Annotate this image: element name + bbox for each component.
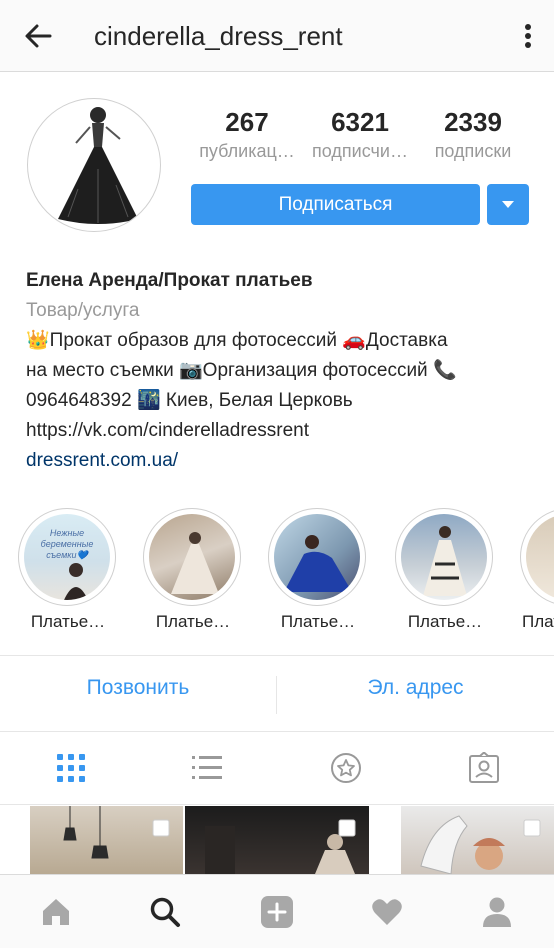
- posts-stat[interactable]: 267 публикац…: [191, 106, 303, 164]
- business-category: Товар/услуга: [26, 300, 140, 321]
- avatar[interactable]: [27, 98, 161, 232]
- grid-icon[interactable]: [55, 752, 87, 784]
- followers-stat[interactable]: 6321 подписчи…: [304, 106, 416, 164]
- highlight-label: Платье…: [155, 612, 231, 631]
- highlight-ring: Нежные беременные съемки💙: [18, 508, 116, 606]
- multiple-photos-icon: [338, 819, 356, 837]
- bottom-navigation: [0, 874, 554, 948]
- grid-photo[interactable]: [30, 806, 183, 874]
- kebab-menu-icon[interactable]: [520, 20, 536, 52]
- suggestions-dropdown-button[interactable]: [487, 184, 529, 225]
- divider: [0, 804, 554, 805]
- divider: [0, 731, 554, 732]
- star-icon[interactable]: [330, 752, 362, 784]
- story-highlight[interactable]: Платье…: [268, 508, 368, 632]
- call-button[interactable]: Позвонить: [0, 676, 276, 700]
- add-icon[interactable]: [260, 895, 294, 929]
- search-icon[interactable]: [148, 895, 182, 929]
- lamp-photo-icon: [63, 806, 109, 859]
- top-bar: cinderella_dress_rent: [0, 0, 554, 72]
- email-button[interactable]: Эл. адрес: [277, 676, 554, 700]
- profile-username: cinderella_dress_rent: [94, 21, 343, 51]
- multiple-photos-icon: [523, 819, 541, 837]
- highlight-label: Платье…: [407, 612, 483, 631]
- dress-icon: [284, 535, 352, 592]
- horse-photo-icon: [420, 815, 505, 874]
- grid-photo[interactable]: [401, 806, 554, 874]
- posts-label: публикац…: [199, 141, 295, 161]
- highlight-ring: [268, 508, 366, 606]
- bio-line: 👑Прокат образов для фотосессий 🚗Доставка: [26, 330, 448, 351]
- follow-button[interactable]: Подписаться: [191, 184, 480, 225]
- followers-count: 6321: [331, 107, 389, 137]
- highlight-cover: [401, 514, 487, 600]
- highlight-label: Платье…: [280, 612, 356, 631]
- dress-icon: [171, 532, 219, 594]
- following-stat[interactable]: 2339 подписки: [417, 106, 529, 164]
- tagged-icon[interactable]: [468, 752, 500, 784]
- highlight-label: Плат: [522, 612, 554, 631]
- story-highlight[interactable]: Платье…: [395, 508, 495, 632]
- highlight-overlay-text: Нежные беременные съемки💙: [40, 528, 94, 560]
- website-link[interactable]: dressrent.com.ua/: [26, 446, 536, 476]
- bio-line: https://vk.com/cinderelladressrent: [26, 420, 310, 441]
- highlight-cover: [149, 514, 235, 600]
- dress-illustration-icon: [58, 107, 138, 224]
- profile-icon[interactable]: [480, 895, 514, 929]
- chevron-down-icon: [502, 201, 514, 208]
- bio: Елена Аренда/Прокат платьев Товар/услуга…: [26, 266, 536, 476]
- list-icon[interactable]: [191, 752, 223, 784]
- heart-icon[interactable]: [370, 895, 404, 929]
- bio-line: 0964648392 🌃 Киев, Белая Церковь: [26, 390, 353, 411]
- story-highlight[interactable]: Платье…: [143, 508, 243, 632]
- arrow-left-icon[interactable]: [20, 20, 56, 52]
- posts-count: 267: [225, 107, 269, 137]
- followers-label: подписчи…: [312, 141, 408, 161]
- grid-photo[interactable]: [185, 806, 369, 874]
- highlight-ring: [143, 508, 241, 606]
- highlight-ring: [395, 508, 493, 606]
- dress-icon: [423, 526, 467, 596]
- silhouette-icon: [64, 563, 88, 600]
- following-count: 2339: [444, 107, 502, 137]
- home-icon[interactable]: [39, 895, 73, 929]
- room-photo-icon: [205, 826, 355, 874]
- story-highlight[interactable]: Нежные беременные съемки💙 Платье…: [18, 508, 118, 632]
- highlight-label: Платье…: [30, 612, 106, 631]
- story-highlight[interactable]: Плат: [520, 508, 554, 632]
- highlight-cover: [274, 514, 360, 600]
- bio-line: на место съемки 📷Организация фотосессий …: [26, 360, 457, 381]
- multiple-photos-icon: [152, 819, 170, 837]
- highlight-ring: [520, 508, 554, 606]
- highlight-cover: Нежные беременные съемки💙: [24, 514, 110, 600]
- display-name: Елена Аренда/Прокат платьев: [26, 270, 313, 291]
- highlight-cover: [526, 514, 554, 600]
- following-label: подписки: [434, 141, 512, 161]
- divider: [0, 655, 554, 656]
